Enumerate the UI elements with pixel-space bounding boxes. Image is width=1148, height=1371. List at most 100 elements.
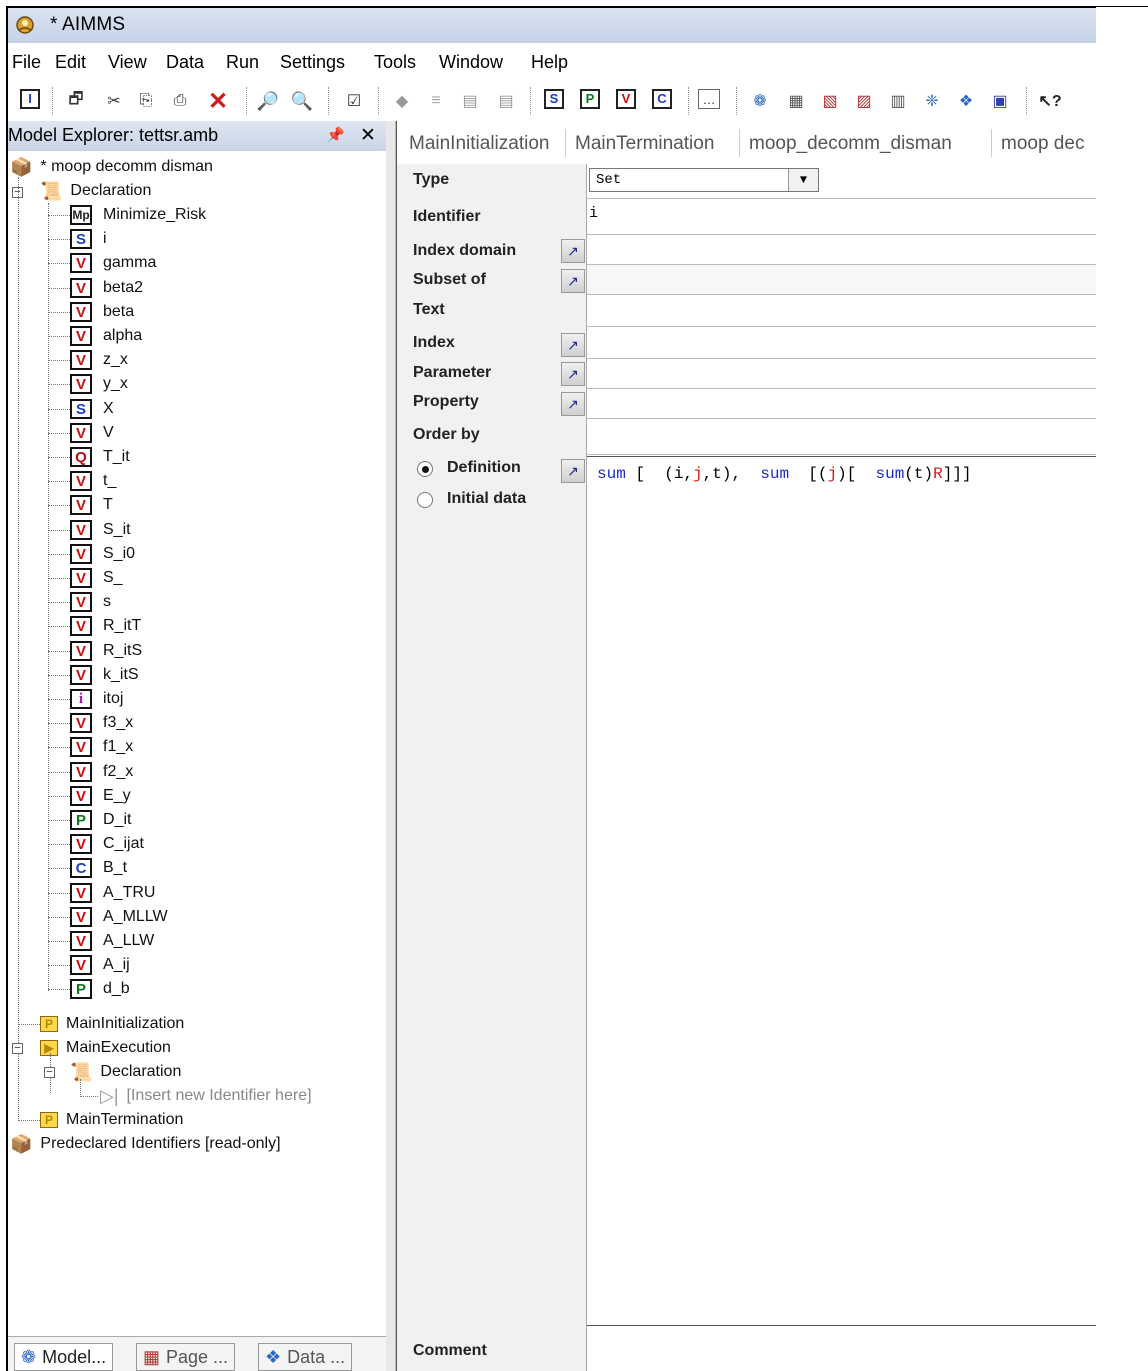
template-icon[interactable]: ▧ [818, 89, 842, 113]
tree-item-a-llw[interactable]: V A_LLW [70, 930, 154, 952]
tree-item-y-x[interactable]: Vy_x [70, 373, 128, 395]
menu-run[interactable]: Run [226, 52, 259, 73]
tree-item-a-ij[interactable]: V A_ij [70, 954, 130, 976]
wizard-icon[interactable]: ↗ [561, 362, 585, 386]
tree-item-e-y[interactable]: V E_y [70, 785, 131, 807]
menu-builder-icon[interactable]: ▨ [852, 89, 876, 113]
wizard-icon[interactable]: ↗ [561, 269, 585, 293]
wizard-icon[interactable]: ↗ [561, 333, 585, 357]
tab-model-explorer[interactable]: ❁ Model... [14, 1343, 114, 1371]
folder2-icon[interactable]: ▤ [494, 89, 518, 113]
tree-item-s-[interactable]: V S_ [70, 567, 123, 589]
tree-item-d-it[interactable]: P D_it [70, 809, 131, 831]
tree-predeclared[interactable]: 📦 Predeclared Identifiers [read-only] [10, 1133, 281, 1155]
menu-view[interactable]: View [108, 52, 147, 73]
tab-main-termination[interactable]: MainTermination [575, 133, 714, 155]
tree-item-c-ijat[interactable]: V C_ijat [70, 833, 144, 855]
identifier-selector-icon[interactable]: ▥ [886, 89, 910, 113]
library-icon[interactable]: ❈ [920, 89, 944, 113]
wizard-icon[interactable]: ↗ [561, 392, 585, 416]
run-icon[interactable]: ◆ [390, 89, 414, 113]
definition-radio[interactable] [417, 461, 433, 477]
tree-item-a-mllw[interactable]: V A_MLLW [70, 906, 168, 928]
tab-moop-dec[interactable]: moop dec [1001, 133, 1084, 155]
menu-settings[interactable]: Settings [280, 52, 345, 73]
new-variable-button[interactable]: V [616, 89, 636, 109]
tree-item-f3-x[interactable]: Vf3_x [70, 712, 133, 734]
index-field[interactable] [587, 327, 1096, 359]
new-constraint-button[interactable]: C [652, 89, 672, 109]
index-domain-field[interactable] [587, 235, 1096, 265]
tree-item-b-t[interactable]: C B_t [70, 857, 127, 879]
tree-item-i[interactable]: Si [70, 228, 107, 250]
tree-root[interactable]: 📦 * moop decomm disman [10, 156, 213, 178]
find-next-icon[interactable]: 🔍 [290, 89, 314, 113]
tree-item-d-b[interactable]: Pd_b [70, 978, 130, 1000]
tree-item-z-x[interactable]: Vz_x [70, 349, 128, 371]
tree-item-v[interactable]: VV [70, 422, 114, 444]
data-manager-icon[interactable]: ❖ [954, 89, 978, 113]
help-icon[interactable]: ↖? [1038, 89, 1062, 113]
model-explorer-icon[interactable]: ❁ [748, 89, 772, 113]
text-field[interactable] [587, 295, 1096, 327]
identifier-icon[interactable]: I [20, 89, 40, 109]
delete-icon[interactable]: ✕ [206, 88, 230, 115]
menu-file[interactable]: File [12, 52, 41, 73]
new-set-button[interactable]: S [544, 89, 564, 109]
find-icon[interactable]: 🔎 [256, 89, 280, 113]
panel-splitter[interactable] [386, 121, 396, 1371]
tree-item-itoj[interactable]: i itoj [70, 688, 123, 710]
menu-help[interactable]: Help [531, 52, 568, 73]
tree-item-gamma[interactable]: Vgamma [70, 252, 156, 274]
new-parameter-button[interactable]: P [580, 89, 600, 109]
tab-moop-decomm-disman[interactable]: moop_decomm_disman [749, 133, 952, 155]
definition-editor[interactable]: sum [ (i,j,t), sum [(j)[ sum(t)R]]] [587, 456, 1096, 1326]
tree-declaration[interactable]: 📜 Declaration [40, 180, 151, 202]
type-dropdown[interactable]: Set ▼ [589, 168, 819, 192]
tree-item-s[interactable]: Vs [70, 591, 111, 613]
tab-main-initialization[interactable]: MainInitialization [409, 133, 549, 155]
tree-item-r-itt[interactable]: V R_itT [70, 615, 141, 637]
tree-main-initialization[interactable]: P MainInitialization [40, 1013, 184, 1035]
property-field[interactable] [587, 389, 1096, 419]
tree-item-r-its[interactable]: V R_itS [70, 640, 142, 662]
comment-field[interactable] [587, 1326, 1096, 1371]
copy-window-icon[interactable]: 🗗 [64, 89, 88, 113]
wizard-icon[interactable]: ↗ [561, 239, 585, 263]
tree-item-minimize-risk[interactable]: Mp Minimize_Risk [70, 204, 206, 226]
tree-item-t[interactable]: VT [70, 494, 113, 516]
tree-item-beta2[interactable]: Vbeta2 [70, 277, 143, 299]
browse-button[interactable]: … [698, 89, 720, 109]
cut-icon[interactable]: ✂ [102, 89, 126, 113]
text-icon[interactable]: ≡ [424, 89, 448, 113]
tree-item-alpha[interactable]: Valpha [70, 325, 142, 347]
tree-item-f1-x[interactable]: Vf1_x [70, 736, 133, 758]
page-manager-icon[interactable]: ▦ [784, 89, 808, 113]
menu-edit[interactable]: Edit [55, 52, 86, 73]
menu-window[interactable]: Window [439, 52, 503, 73]
close-icon[interactable]: ✕ [360, 124, 376, 147]
tree-item-t-it[interactable]: Q T_it [70, 446, 130, 468]
tree-item-s-i0[interactable]: V S_i0 [70, 543, 135, 565]
menu-data[interactable]: Data [166, 52, 204, 73]
copy-icon[interactable]: ⎘ [134, 89, 158, 113]
tree-main-termination[interactable]: P MainTermination [40, 1109, 183, 1131]
paste-icon[interactable]: ⎙ [168, 89, 192, 113]
tree-item-s-it[interactable]: V S_it [70, 519, 131, 541]
subset-of-field[interactable] [587, 265, 1096, 295]
chevron-down-icon[interactable]: ▼ [788, 169, 818, 191]
tree-item-k-its[interactable]: Vk_itS [70, 664, 139, 686]
info-icon[interactable]: ▣ [988, 89, 1012, 113]
tree-item-a-tru[interactable]: V A_TRU [70, 882, 155, 904]
tree-item-x[interactable]: SX [70, 398, 114, 420]
identifier-field[interactable]: i [587, 203, 1096, 235]
tab-page-manager[interactable]: ▦ Page ... [136, 1343, 236, 1371]
folder-icon[interactable]: ▤ [458, 89, 482, 113]
parameter-field[interactable] [587, 359, 1096, 389]
tree-main-execution[interactable]: ▶ MainExecution [40, 1037, 171, 1059]
order-by-field[interactable] [587, 419, 1096, 455]
tree-exec-declaration[interactable]: 📜 Declaration [70, 1061, 181, 1083]
tree-insert-new[interactable]: ▷| [Insert new Identifier here] [100, 1085, 312, 1107]
tree-item-f2-x[interactable]: Vf2_x [70, 761, 133, 783]
menu-tools[interactable]: Tools [374, 52, 416, 73]
